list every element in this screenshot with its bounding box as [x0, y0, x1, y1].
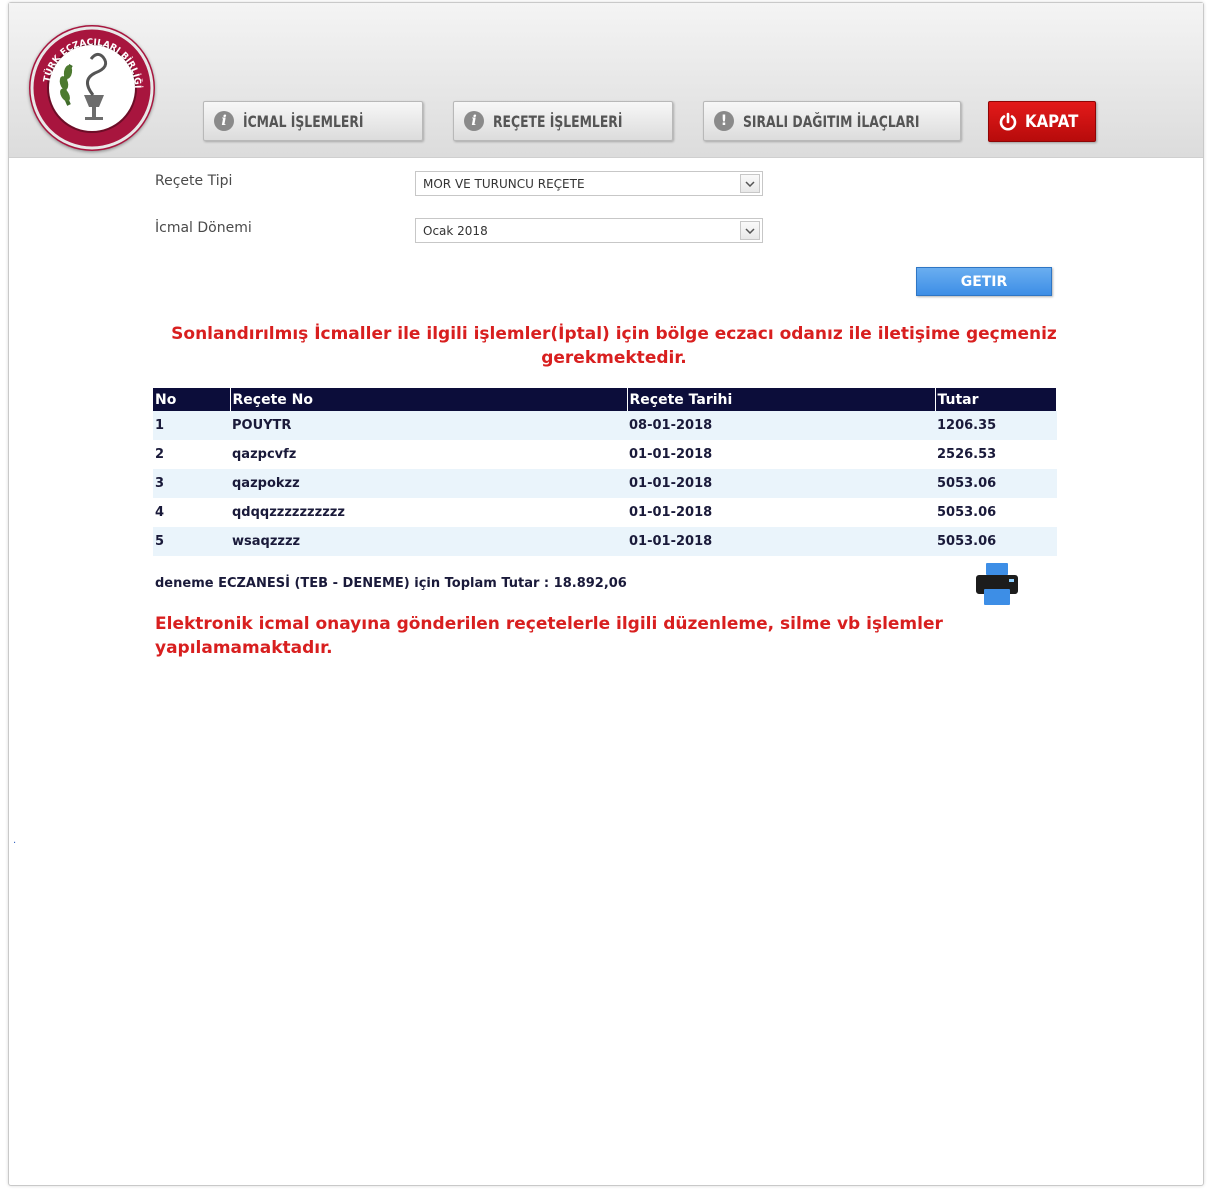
nav-button-sirali-dagitim[interactable]: ! SIRALI DAĞITIM İLAÇLARI	[703, 101, 961, 141]
cell-recete-tarihi: 01-01-2018	[627, 527, 935, 556]
cell-tutar: 5053.06	[935, 498, 1057, 527]
stray-mark: .	[13, 835, 17, 846]
cell-tutar: 5053.06	[935, 469, 1057, 498]
printer-icon	[976, 563, 1018, 605]
warning-bottom: Elektronik icmal onayına gönderilen reçe…	[155, 614, 943, 658]
icmal-donemi-value: Ocak 2018	[423, 223, 488, 238]
nav-button-label: SIRALI DAĞITIM İLAÇLARI	[743, 111, 920, 131]
icmal-donemi-label: İcmal Dönemi	[155, 220, 252, 236]
cell-no: 1	[153, 411, 230, 440]
cell-tutar: 2526.53	[935, 440, 1057, 469]
header-bar: TÜRK ECZACILARI BİRLİĞİ i İCMAL İŞLEMLER…	[9, 3, 1203, 158]
close-button-label: KAPAT	[1025, 111, 1079, 132]
nav-button-label: REÇETE İŞLEMLERİ	[493, 111, 623, 131]
table-row[interactable]: 2 qazpcvfz 01-01-2018 2526.53	[153, 440, 1057, 469]
table-header-row: No Reçete No Reçete Tarihi Tutar	[153, 388, 1059, 411]
column-header-recete-tarihi[interactable]: Reçete Tarihi	[627, 388, 936, 411]
table-row[interactable]: 1 POUYTR 08-01-2018 1206.35	[153, 411, 1057, 440]
logo-emblem-icon: TÜRK ECZACILARI BİRLİĞİ	[30, 26, 154, 150]
app-window: TÜRK ECZACILARI BİRLİĞİ i İCMAL İŞLEMLER…	[8, 2, 1204, 1186]
print-button[interactable]	[973, 560, 1021, 608]
cell-recete-no: qazpokzz	[230, 469, 627, 498]
cell-tutar: 1206.35	[935, 411, 1057, 440]
alert-icon: !	[714, 111, 734, 131]
column-header-tutar[interactable]: Tutar	[935, 388, 1059, 411]
recete-tipi-select[interactable]: MOR VE TURUNCU REÇETE	[415, 171, 763, 196]
cell-no: 5	[153, 527, 230, 556]
nav-button-recete[interactable]: i REÇETE İŞLEMLERİ	[453, 101, 673, 141]
recete-tipi-label: Reçete Tipi	[155, 173, 233, 189]
nav-button-label: İCMAL İŞLEMLERİ	[243, 111, 364, 131]
chevron-down-icon[interactable]	[740, 221, 760, 240]
total-amount: deneme ECZANESİ (TEB - DENEME) için Topl…	[155, 576, 627, 591]
recete-table: No Reçete No Reçete Tarihi Tutar 1 POUYT…	[153, 388, 1059, 556]
cell-tutar: 5053.06	[935, 527, 1057, 556]
table-row[interactable]: 3 qazpokzz 01-01-2018 5053.06	[153, 469, 1057, 498]
getir-button[interactable]: GETIR	[916, 267, 1052, 296]
cell-recete-tarihi: 01-01-2018	[627, 469, 935, 498]
cell-recete-tarihi: 01-01-2018	[627, 440, 935, 469]
cell-no: 4	[153, 498, 230, 527]
chevron-down-icon[interactable]	[740, 174, 760, 193]
cell-recete-tarihi: 08-01-2018	[627, 411, 935, 440]
recete-tipi-value: MOR VE TURUNCU REÇETE	[423, 176, 585, 191]
cell-recete-no: qazpcvfz	[230, 440, 627, 469]
column-header-recete-no[interactable]: Reçete No	[230, 388, 628, 411]
cell-recete-no: wsaqzzzz	[230, 527, 627, 556]
table-row[interactable]: 4 qdqqzzzzzzzzzz 01-01-2018 5053.06	[153, 498, 1057, 527]
warning-top: Sonlandırılmış İcmaller ile ilgili işlem…	[171, 324, 1057, 368]
cell-recete-no: qdqqzzzzzzzzzz	[230, 498, 627, 527]
cell-no: 2	[153, 440, 230, 469]
cell-recete-no: POUYTR	[230, 411, 627, 440]
cell-recete-tarihi: 01-01-2018	[627, 498, 935, 527]
teb-logo: TÜRK ECZACILARI BİRLİĞİ	[29, 25, 155, 151]
table-row[interactable]: 5 wsaqzzzz 01-01-2018 5053.06	[153, 527, 1057, 556]
info-icon: i	[214, 111, 234, 131]
close-button[interactable]: KAPAT	[988, 101, 1096, 142]
power-icon	[999, 112, 1017, 130]
info-icon: i	[464, 111, 484, 131]
column-header-no[interactable]: No	[153, 388, 231, 411]
nav-button-icmal[interactable]: i İCMAL İŞLEMLERİ	[203, 101, 423, 141]
cell-no: 3	[153, 469, 230, 498]
icmal-donemi-select[interactable]: Ocak 2018	[415, 218, 763, 243]
